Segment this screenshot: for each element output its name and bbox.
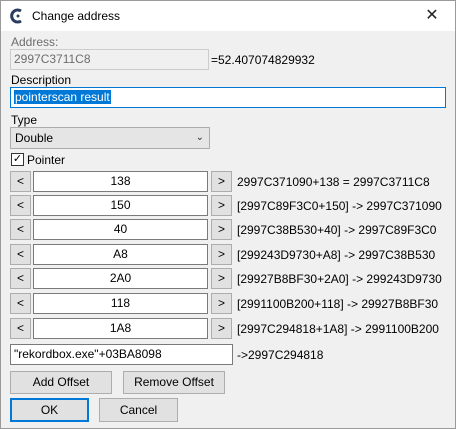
offset-increment-button[interactable]: >	[211, 219, 232, 240]
add-offset-button[interactable]: Add Offset	[10, 371, 112, 394]
ok-button[interactable]: OK	[10, 398, 89, 422]
cancel-button[interactable]: Cancel	[99, 398, 178, 422]
offset-input[interactable]: 1A8	[33, 318, 208, 339]
chevron-down-icon: ⌄	[195, 132, 204, 143]
offset-increment-button[interactable]: >	[211, 195, 232, 216]
offset-result: [2997C89F3C0+150] -> 2997C371090	[237, 199, 442, 213]
pointer-checkbox[interactable]: ✓	[11, 153, 24, 166]
address-value-readout: =52.407074829932	[211, 53, 315, 67]
offset-result: [2997C294818+1A8] -> 2991100B200	[237, 322, 439, 336]
offset-input[interactable]: 138	[33, 171, 208, 192]
close-button[interactable]: ✕	[409, 1, 455, 31]
offset-increment-button[interactable]: >	[211, 268, 232, 289]
offset-input[interactable]: 2A0	[33, 268, 208, 289]
offset-input[interactable]: 118	[33, 293, 208, 314]
pointer-label: Pointer	[27, 153, 66, 167]
remove-offset-button[interactable]: Remove Offset	[123, 371, 225, 394]
offset-decrement-button[interactable]: <	[10, 268, 31, 289]
checkmark-icon: ✓	[12, 153, 23, 165]
offset-input[interactable]: 150	[33, 195, 208, 216]
offset-decrement-button[interactable]: <	[10, 219, 31, 240]
offset-decrement-button[interactable]: <	[10, 171, 31, 192]
window-title: Change address	[32, 9, 121, 23]
address-field: 2997C3711C8	[10, 49, 209, 70]
cheat-engine-icon	[10, 8, 22, 24]
type-label: Type	[11, 113, 38, 127]
offset-decrement-button[interactable]: <	[10, 195, 31, 216]
offset-increment-button[interactable]: >	[211, 171, 232, 192]
offset-decrement-button[interactable]: <	[10, 318, 31, 339]
type-selected-value: Double	[15, 131, 54, 145]
type-select[interactable]: Double ⌄	[10, 127, 210, 149]
change-address-dialog: Change address ✕ Address: 2997C3711C8 =5…	[0, 0, 456, 429]
offset-increment-button[interactable]: >	[211, 293, 232, 314]
offset-increment-button[interactable]: >	[211, 318, 232, 339]
description-label: Description	[11, 73, 72, 87]
offset-result: [299243D9730+A8] -> 2997C38B530	[237, 248, 436, 262]
offset-result: [2991100B200+118] -> 29927B8BF30	[237, 297, 439, 311]
offset-result: [2997C38B530+40] -> 2997C89F3C0	[237, 223, 437, 237]
address-label: Address:	[11, 35, 59, 49]
offset-decrement-button[interactable]: <	[10, 244, 31, 265]
offset-decrement-button[interactable]: <	[10, 293, 31, 314]
description-input[interactable]: pointerscan result	[10, 87, 446, 108]
offset-input[interactable]: A8	[33, 244, 208, 265]
offset-result: 2997C371090+138 = 2997C3711C8	[237, 175, 430, 189]
close-icon: ✕	[425, 7, 439, 24]
offset-increment-button[interactable]: >	[211, 244, 232, 265]
base-address-result: ->2997C294818	[237, 348, 324, 362]
title-bar: Change address ✕	[1, 1, 455, 31]
offset-result: [29927B8BF30+2A0] -> 299243D9730	[237, 272, 442, 286]
base-address-input[interactable]: "rekordbox.exe"+03BA8098	[10, 344, 233, 365]
offset-input[interactable]: 40	[33, 219, 208, 240]
description-input-text: pointerscan result	[14, 90, 111, 104]
